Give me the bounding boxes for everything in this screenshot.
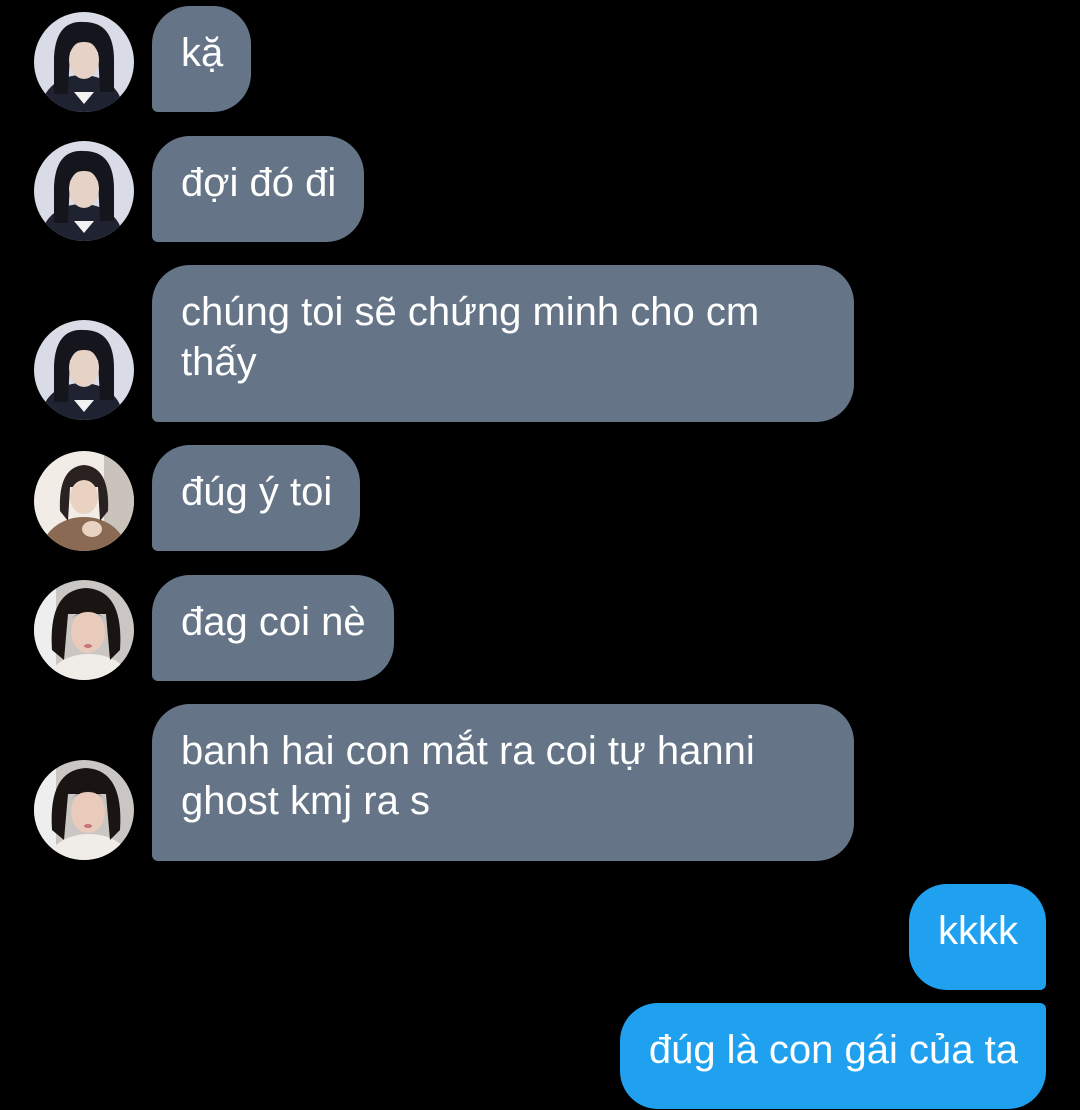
incoming-message-bubble[interactable]: đag coi nè (152, 575, 394, 681)
incoming-message-bubble[interactable]: chúng toi sẽ chứng minh cho cm thấy (152, 265, 854, 422)
message-text: đợi đó đi (181, 161, 337, 205)
sender-avatar[interactable] (34, 320, 134, 420)
sender-avatar[interactable] (34, 12, 134, 112)
outgoing-message-bubble[interactable]: đúg là con gái của ta (619, 1003, 1046, 1109)
message-text: chúng toi sẽ chứng minh cho cm thấy (181, 290, 760, 384)
incoming-message-bubble[interactable]: banh hai con mắt ra coi tự hanni ghost k… (152, 704, 854, 861)
message-text: kkkk (938, 909, 1018, 953)
avatar-girl-dark-uniform-icon (34, 141, 134, 241)
sender-avatar[interactable] (34, 580, 134, 680)
avatar-girl-selfie-icon (34, 760, 134, 860)
avatar-girl-selfie-icon (34, 580, 134, 680)
message-text: đag coi nè (181, 600, 366, 644)
sender-avatar[interactable] (34, 451, 134, 551)
avatar-girl-dark-uniform-icon (34, 320, 134, 420)
avatar-girl-brown-coat-icon (34, 451, 134, 551)
message-text: đúg ý toi (181, 470, 333, 514)
outgoing-message-bubble[interactable]: kkkk (909, 884, 1046, 990)
incoming-message-bubble[interactable]: kặ (152, 6, 252, 112)
message-text: đúg là con gái của ta (648, 1028, 1018, 1072)
sender-avatar[interactable] (34, 760, 134, 860)
sender-avatar[interactable] (34, 141, 134, 241)
message-text: kặ (181, 31, 224, 75)
avatar-girl-dark-uniform-icon (34, 12, 134, 112)
message-text: banh hai con mắt ra coi tự hanni ghost k… (181, 729, 755, 823)
incoming-message-bubble[interactable]: đợi đó đi (152, 136, 365, 242)
incoming-message-bubble[interactable]: đúg ý toi (152, 445, 361, 551)
